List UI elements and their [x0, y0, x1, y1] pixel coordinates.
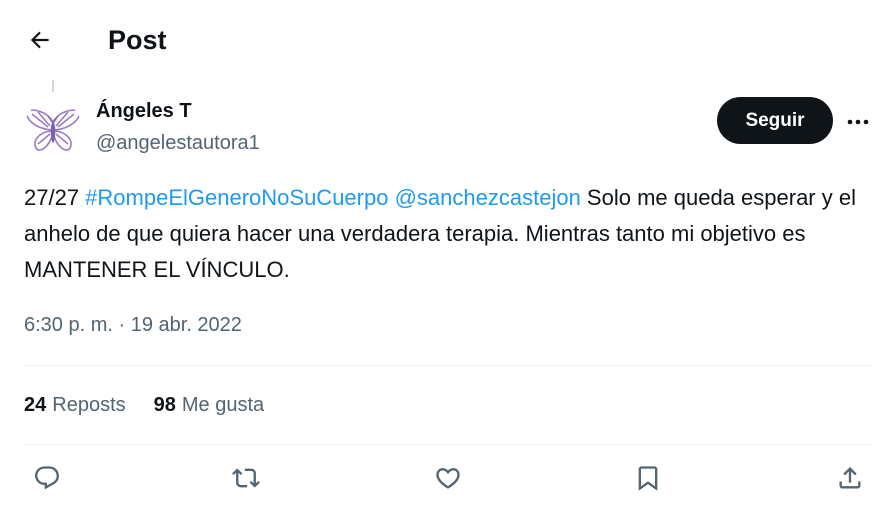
reply-icon	[33, 464, 61, 492]
like-button[interactable]	[430, 460, 466, 496]
arrow-left-icon	[27, 27, 53, 53]
mention-link[interactable]: @sanchezcastejon	[395, 185, 581, 210]
share-icon	[836, 464, 864, 492]
hashtag-link[interactable]: #RompeElGeneroNoSuCuerpo	[85, 185, 388, 210]
follow-button[interactable]: Seguir	[717, 97, 833, 144]
page-title: Post	[108, 25, 167, 55]
share-button[interactable]	[832, 460, 868, 496]
author-handle[interactable]: @angelestautora1	[96, 130, 260, 156]
likes-label: Me gusta	[181, 394, 265, 416]
likes-stat[interactable]: 98 Me gusta	[154, 390, 265, 420]
repost-button[interactable]	[228, 460, 264, 496]
reply-button[interactable]	[29, 460, 65, 496]
tweet-prefix: 27/27	[24, 185, 86, 210]
reposts-label: Reposts	[52, 394, 126, 416]
thread-line	[52, 80, 54, 92]
tweet-text: 27/27 #RompeElGeneroNoSuCuerpo @sanchezc…	[24, 180, 874, 288]
engagement-stats: 24 Reposts 98 Me gusta	[24, 390, 292, 420]
repost-icon	[232, 464, 260, 492]
butterfly-icon	[24, 100, 82, 158]
reposts-count: 24	[24, 394, 47, 416]
tweet-timestamp[interactable]: 6:30 p. m. · 19 abr. 2022	[24, 310, 242, 340]
like-icon	[434, 464, 462, 492]
more-horizontal-icon	[846, 118, 870, 126]
divider	[24, 365, 874, 366]
author-name[interactable]: Ángeles T	[96, 98, 192, 124]
more-button[interactable]	[843, 108, 873, 136]
divider	[24, 444, 874, 445]
likes-count: 98	[153, 394, 176, 416]
avatar[interactable]	[24, 100, 82, 158]
bookmark-button[interactable]	[630, 460, 666, 496]
bookmark-icon	[634, 464, 662, 492]
back-button[interactable]	[22, 22, 58, 58]
page-header: Post	[0, 0, 886, 80]
reposts-stat[interactable]: 24 Reposts	[24, 390, 126, 420]
